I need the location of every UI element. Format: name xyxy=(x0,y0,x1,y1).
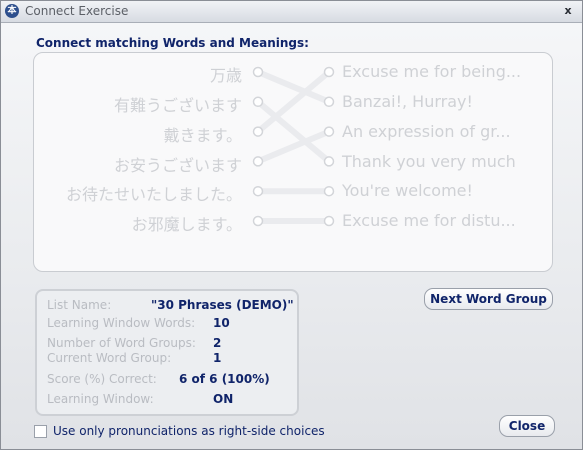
meaning-connector-dot[interactable] xyxy=(323,96,335,108)
meaning-item[interactable]: An expression of gr... xyxy=(342,122,511,141)
title-bar: 本 Connect Exercise x xyxy=(1,1,582,23)
current-word-group-value: 1 xyxy=(213,351,222,365)
learning-window-words-value: 10 xyxy=(213,316,230,330)
word-item[interactable]: お安うございます xyxy=(114,152,242,176)
word-connector-dot[interactable] xyxy=(252,66,264,78)
connection-line xyxy=(255,69,332,135)
match-panel: 万歳 有難うございます 戴きます。 お安うございます お待たせいたしました。 お… xyxy=(33,52,553,272)
meaning-connector-dot[interactable] xyxy=(323,185,335,197)
meaning-item[interactable]: You're welcome! xyxy=(342,181,473,200)
pronunciation-only-checkbox[interactable] xyxy=(34,425,47,438)
word-item[interactable]: 戴きます。 xyxy=(164,122,242,146)
connection-line xyxy=(255,69,332,105)
window-title: Connect Exercise xyxy=(25,4,129,18)
dialog-content: Connect matching Words and Meanings: 万歳 … xyxy=(1,23,582,449)
meaning-connector-dot[interactable] xyxy=(323,66,335,78)
meaning-connector-dot[interactable] xyxy=(323,215,335,227)
word-connector-dot[interactable] xyxy=(252,126,264,137)
learning-window-value: ON xyxy=(213,392,234,406)
pronunciation-only-label[interactable]: Use only pronunciations as right-side ch… xyxy=(53,424,325,438)
meaning-item[interactable]: Thank you very much xyxy=(342,152,516,171)
meaning-connector-dot[interactable] xyxy=(323,156,335,167)
meaning-item[interactable]: Excuse me for distu... xyxy=(342,211,516,230)
meaning-item[interactable]: Excuse me for being... xyxy=(342,62,521,81)
list-name-label: List Name: xyxy=(47,298,112,312)
word-connector-dot[interactable] xyxy=(252,215,264,227)
current-word-group-label: Current Word Group: xyxy=(47,351,172,365)
number-of-word-groups-label: Number of Word Groups: xyxy=(47,336,196,350)
meaning-connector-dot[interactable] xyxy=(323,126,335,137)
connection-line xyxy=(255,98,332,165)
instruction-text: Connect matching Words and Meanings: xyxy=(36,36,309,50)
word-item[interactable]: お待たせいたしました。 xyxy=(66,181,242,205)
word-item[interactable]: 有難うございます xyxy=(114,92,242,116)
number-of-word-groups-value: 2 xyxy=(213,336,222,350)
info-panel: List Name: "30 Phrases (DEMO)" Learning … xyxy=(35,289,299,416)
meaning-item[interactable]: Banzai!, Hurray! xyxy=(342,92,473,111)
connect-exercise-window: 本 Connect Exercise x Connect matching Wo… xyxy=(0,0,583,450)
score-value: 6 of 6 (100%) xyxy=(179,372,270,386)
word-connector-dot[interactable] xyxy=(252,156,264,167)
word-connector-dot[interactable] xyxy=(252,185,264,197)
connection-line xyxy=(255,128,332,165)
app-icon: 本 xyxy=(5,4,19,18)
score-label: Score (%) Correct: xyxy=(47,372,157,386)
word-connector-dot[interactable] xyxy=(252,96,264,108)
close-window-button[interactable]: x xyxy=(560,2,576,19)
list-name-value: "30 Phrases (DEMO)" xyxy=(151,298,294,312)
learning-window-words-label: Learning Window Words: xyxy=(47,316,196,330)
close-button[interactable]: Close xyxy=(499,415,555,437)
next-word-group-button[interactable]: Next Word Group xyxy=(424,288,553,310)
word-item[interactable]: お邪魔します。 xyxy=(132,211,242,235)
learning-window-label: Learning Window: xyxy=(47,392,154,406)
word-item[interactable]: 万歳 xyxy=(210,62,242,86)
